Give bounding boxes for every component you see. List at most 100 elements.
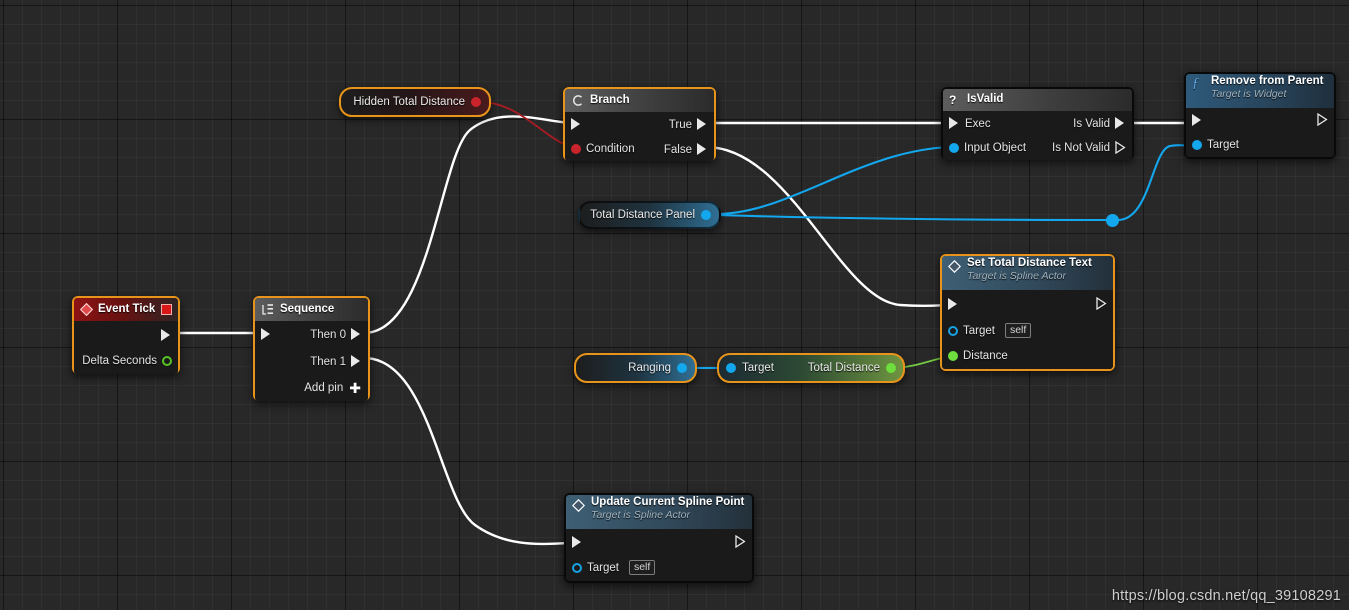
event-tick-exec-row: [74, 321, 178, 349]
node-isvalid[interactable]: ? IsValid Exec Is Valid Input Object Is …: [941, 87, 1134, 160]
update-current-spline-point-out-exec-pin[interactable]: [735, 535, 746, 548]
exec-arrow-icon: [697, 118, 708, 131]
bool-pin-icon[interactable]: [471, 97, 481, 107]
set-total-distance-text-distance-pin[interactable]: Distance: [948, 350, 1008, 362]
wire-exec-branch-settotaldistancetext: [705, 145, 952, 308]
bool-pin-icon: [571, 144, 581, 154]
branch-true-label: True: [668, 118, 692, 131]
isvalid-input-object-label: Input Object: [964, 142, 1027, 154]
sequence-add-pin-button[interactable]: Add pin ✚: [304, 376, 361, 400]
sequence-title: Sequence: [280, 302, 335, 315]
update-current-spline-point-in-exec-pin[interactable]: [572, 536, 583, 549]
branch-body: True Condition False: [565, 112, 714, 161]
exec-arrow-icon: [1096, 297, 1107, 310]
remove-from-parent-out-exec-pin[interactable]: [1317, 113, 1328, 126]
wire-exec-sequence-updatespline: [363, 356, 573, 546]
total-distance-output-label: Total Distance: [807, 362, 880, 374]
sequence-then-1-pin[interactable]: Then 1: [310, 355, 362, 368]
object-pin-icon[interactable]: [701, 210, 711, 220]
total-distance-panel-inner: Total Distance Panel: [580, 203, 719, 227]
float-pin-icon: [948, 351, 958, 361]
set-total-distance-text-subtitle: Target is Spline Actor: [967, 269, 1067, 282]
event-tick-title: Event Tick: [98, 302, 156, 315]
isvalid-is-not-valid-label: Is Not Valid: [1052, 141, 1110, 154]
isvalid-input-object-pin[interactable]: Input Object: [949, 142, 1026, 154]
remove-from-parent-target-pin[interactable]: Target: [1192, 139, 1239, 151]
node-remove-from-parent[interactable]: ƒ Remove from Parent Target is Widget Ta…: [1184, 72, 1336, 159]
remove-from-parent-in-exec-pin[interactable]: [1192, 114, 1203, 127]
set-total-distance-text-out-exec-pin[interactable]: [1096, 297, 1107, 310]
node-total-distance-panel[interactable]: Total Distance Panel: [578, 201, 721, 229]
update-current-spline-point-header: Update Current Spline Point Target is Sp…: [566, 495, 752, 529]
isvalid-title: IsValid: [967, 93, 1004, 106]
exec-arrow-icon: [948, 298, 959, 311]
node-ranging[interactable]: Ranging: [574, 353, 697, 383]
remove-from-parent-target-row: Target: [1186, 133, 1334, 157]
sequence-icon: [261, 303, 274, 316]
isvalid-is-valid-label: Is Valid: [1073, 117, 1110, 130]
remove-from-parent-subtitle: Target is Widget: [1211, 87, 1287, 100]
node-set-total-distance-text[interactable]: Set Total Distance Text Target is Spline…: [940, 254, 1115, 371]
object-pin-icon[interactable]: [677, 363, 687, 373]
event-tick-out-exec-pin[interactable]: [161, 329, 172, 342]
set-total-distance-text-target-pin[interactable]: Target self: [948, 323, 1032, 338]
stop-square-icon[interactable]: [161, 304, 172, 315]
hidden-total-distance-label: Hidden Total Distance: [353, 96, 465, 108]
event-diamond-icon: [571, 498, 586, 513]
exec-arrow-icon: [261, 328, 272, 341]
branch-in-exec-pin[interactable]: [571, 118, 582, 131]
sequence-then-0-pin[interactable]: Then 0: [310, 328, 362, 341]
exec-arrow-icon: [1115, 141, 1126, 154]
set-total-distance-text-target-label: Target: [963, 324, 995, 337]
event-tick-delta-seconds-pin[interactable]: Delta Seconds: [82, 355, 172, 367]
branch-condition-false-row: Condition False: [565, 137, 714, 161]
isvalid-exec-pin[interactable]: Exec: [949, 117, 991, 130]
sequence-header: Sequence: [255, 298, 368, 321]
node-update-current-spline-point[interactable]: Update Current Spline Point Target is Sp…: [564, 493, 754, 583]
sequence-addpin-row: Add pin ✚: [255, 375, 368, 401]
plus-icon: ✚: [349, 380, 361, 396]
isvalid-exec-label: Exec: [965, 117, 991, 130]
set-total-distance-text-body: Target self Distance: [942, 290, 1113, 369]
blueprint-graph-canvas[interactable]: Event Tick Delta Seconds Sequence Then 0…: [0, 0, 1349, 610]
object-pin-icon[interactable]: [726, 363, 736, 373]
float-pin-icon[interactable]: [886, 363, 896, 373]
branch-true-pin[interactable]: True: [669, 118, 708, 131]
object-pin-icon: [949, 143, 959, 153]
total-distance-inner: Target Total Distance: [719, 355, 903, 381]
branch-condition-label: Condition: [586, 143, 635, 155]
total-distance-target-label: Target: [742, 362, 774, 374]
node-event-tick[interactable]: Event Tick Delta Seconds: [72, 296, 180, 374]
branch-false-pin[interactable]: False: [664, 143, 708, 156]
sequence-in-exec-pin[interactable]: [261, 328, 272, 341]
exec-arrow-icon: [572, 536, 583, 549]
node-sequence[interactable]: Sequence Then 0 Then 1 Add pin ✚: [253, 296, 370, 401]
node-branch[interactable]: Branch True Condition False: [563, 87, 716, 161]
update-current-spline-point-exec-row: [566, 529, 752, 555]
node-total-distance[interactable]: Target Total Distance: [717, 353, 905, 383]
update-current-spline-point-subtitle: Target is Spline Actor: [591, 508, 691, 521]
object-ref-pin-icon: [948, 325, 958, 336]
isvalid-is-not-valid-pin[interactable]: Is Not Valid: [1052, 141, 1126, 154]
event-diamond-icon: [947, 259, 962, 274]
question-mark-icon: ?: [949, 93, 957, 107]
exec-arrow-icon: [1192, 114, 1203, 127]
remove-from-parent-title: Remove from Parent: [1211, 75, 1324, 87]
set-total-distance-text-title: Set Total Distance Text: [967, 257, 1092, 269]
event-diamond-icon: [79, 302, 94, 317]
set-total-distance-text-target-value[interactable]: self: [1004, 323, 1032, 338]
exec-arrow-icon: [949, 117, 960, 130]
exec-arrow-icon: [735, 535, 746, 548]
set-total-distance-text-in-exec-pin[interactable]: [948, 298, 959, 311]
add-pin-label: Add pin: [304, 382, 344, 394]
isvalid-is-valid-pin[interactable]: Is Valid: [1073, 117, 1126, 130]
update-current-spline-point-target-pin[interactable]: Target self: [572, 560, 656, 575]
event-tick-delta-row: Delta Seconds: [74, 349, 178, 374]
update-current-spline-point-target-value[interactable]: self: [628, 560, 656, 575]
node-hidden-total-distance[interactable]: Hidden Total Distance: [339, 87, 491, 117]
update-current-spline-point-title: Update Current Spline Point: [591, 496, 745, 508]
sequence-then0-row: Then 0: [255, 321, 368, 348]
remove-from-parent-target-label: Target: [1207, 139, 1239, 151]
reroute-knot-node[interactable]: [1106, 214, 1119, 227]
branch-condition-pin[interactable]: Condition: [571, 143, 635, 155]
